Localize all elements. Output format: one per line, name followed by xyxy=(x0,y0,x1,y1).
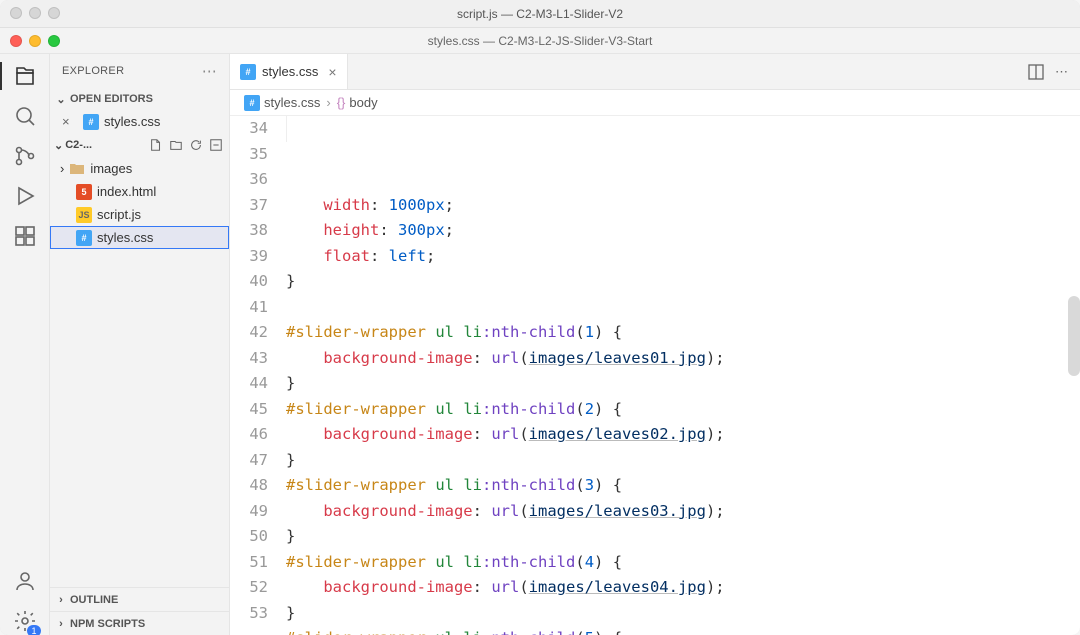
folder-icon xyxy=(69,161,85,177)
settings-gear-icon[interactable]: 1 xyxy=(11,607,39,635)
activity-bar: 1 xyxy=(0,54,50,635)
folder-actions xyxy=(149,138,229,152)
js-file-icon: JS xyxy=(76,207,92,223)
outline-label: OUTLINE xyxy=(70,594,118,606)
tree-folder-images[interactable]: › images xyxy=(50,157,229,180)
open-editor-item[interactable]: × # styles.css xyxy=(50,110,229,133)
run-debug-icon[interactable] xyxy=(11,182,39,210)
new-folder-icon[interactable] xyxy=(169,138,183,152)
minimize-dot[interactable] xyxy=(29,35,41,47)
inner-titlebar: styles.css — C2-M3-L2-JS-Slider-V3-Start xyxy=(0,28,1080,54)
open-editors-list: × # styles.css xyxy=(50,110,229,133)
breadcrumb-file[interactable]: # styles.css xyxy=(244,95,320,111)
tree-item-label: script.js xyxy=(97,207,141,222)
tree-file-styles-css[interactable]: # styles.css xyxy=(50,226,229,249)
css-file-icon: # xyxy=(244,95,260,111)
new-file-icon[interactable] xyxy=(149,138,163,152)
npm-scripts-header[interactable]: › NPM SCRIPTS xyxy=(50,611,229,635)
breadcrumb-symbol-label: body xyxy=(349,95,377,110)
open-editor-filename: styles.css xyxy=(104,114,160,129)
outer-max-dot[interactable] xyxy=(48,7,60,19)
inner-traffic-lights[interactable] xyxy=(10,35,60,47)
source-control-icon[interactable] xyxy=(11,142,39,170)
outer-close-dot[interactable] xyxy=(10,7,22,19)
bottom-sections: › OUTLINE › NPM SCRIPTS xyxy=(50,587,229,635)
tabbar: # styles.css × ⋯ xyxy=(230,54,1080,90)
extensions-icon[interactable] xyxy=(11,222,39,250)
scrollbar-thumb[interactable] xyxy=(1068,296,1080,376)
chevron-right-icon: › xyxy=(54,618,68,630)
chevron-right-icon: › xyxy=(60,161,64,176)
html-file-icon: 5 xyxy=(76,184,92,200)
account-icon[interactable] xyxy=(11,567,39,595)
refresh-icon[interactable] xyxy=(189,138,203,152)
code-content[interactable]: width: 1000px; height: 300px; float: lef… xyxy=(286,116,1080,635)
file-tree: › images 5 index.html JS script.js # sty… xyxy=(50,157,229,249)
sidebar-title: EXPLORER xyxy=(62,65,124,77)
collapse-icon[interactable] xyxy=(209,138,223,152)
open-editors-label: OPEN EDITORS xyxy=(70,93,153,105)
explorer-icon[interactable] xyxy=(11,62,39,90)
more-actions-icon[interactable]: ⋯ xyxy=(1055,64,1068,80)
main-area: 1 EXPLORER ⋯ ⌄ OPEN EDITORS × # styles.c… xyxy=(0,54,1080,635)
open-editors-header[interactable]: ⌄ OPEN EDITORS xyxy=(50,88,229,110)
tree-file-script-js[interactable]: JS script.js xyxy=(50,203,229,226)
outer-titlebar: script.js — C2-M3-L1-Slider-V2 xyxy=(0,0,1080,28)
curly-braces-icon: {} xyxy=(337,95,346,110)
sidebar-header: EXPLORER ⋯ xyxy=(50,54,229,88)
tab-styles-css[interactable]: # styles.css × xyxy=(230,54,348,89)
close-dot[interactable] xyxy=(10,35,22,47)
chevron-right-icon: › xyxy=(54,594,68,606)
outer-window-title: script.js — C2-M3-L1-Slider-V2 xyxy=(457,7,623,21)
outer-min-dot[interactable] xyxy=(29,7,41,19)
sidebar: EXPLORER ⋯ ⌄ OPEN EDITORS × # styles.css… xyxy=(50,54,230,635)
settings-badge: 1 xyxy=(27,625,40,635)
tab-label: styles.css xyxy=(262,64,318,79)
outer-traffic-lights[interactable] xyxy=(10,7,60,19)
tree-item-label: index.html xyxy=(97,184,156,199)
breadcrumb-file-label: styles.css xyxy=(264,95,320,110)
tree-file-index-html[interactable]: 5 index.html xyxy=(50,180,229,203)
folder-header[interactable]: ⌄ C2-... xyxy=(50,133,229,157)
sidebar-more-icon[interactable]: ⋯ xyxy=(202,62,217,80)
outer-window: script.js — C2-M3-L1-Slider-V2 styles.cs… xyxy=(0,0,1080,635)
css-file-icon: # xyxy=(240,64,256,80)
css-file-icon: # xyxy=(76,230,92,246)
close-editor-icon[interactable]: × xyxy=(62,114,78,129)
chevron-down-icon: ⌄ xyxy=(54,93,68,106)
tree-item-label: images xyxy=(90,161,132,176)
tab-actions: ⋯ xyxy=(1015,54,1080,89)
folder-name: C2-... xyxy=(65,139,92,151)
inner-window-title: styles.css — C2-M3-L2-JS-Slider-V3-Start xyxy=(428,34,653,48)
breadcrumb-symbol[interactable]: {} body xyxy=(337,95,378,110)
code-editor[interactable]: 3435363738394041424344454647484950515253… xyxy=(230,116,1080,635)
editor-area: # styles.css × ⋯ # styles.css › xyxy=(230,54,1080,635)
search-icon[interactable] xyxy=(11,102,39,130)
chevron-down-icon: ⌄ xyxy=(54,139,63,152)
split-editor-icon[interactable] xyxy=(1027,63,1045,81)
breadcrumb-separator: › xyxy=(326,95,330,110)
breadcrumb[interactable]: # styles.css › {} body xyxy=(230,90,1080,116)
npm-scripts-label: NPM SCRIPTS xyxy=(70,618,145,630)
tab-close-icon[interactable]: × xyxy=(324,64,336,80)
tree-item-label: styles.css xyxy=(97,230,153,245)
css-file-icon: # xyxy=(83,114,99,130)
maximize-dot[interactable] xyxy=(48,35,60,47)
line-number-gutter: 3435363738394041424344454647484950515253 xyxy=(230,116,286,635)
outline-header[interactable]: › OUTLINE xyxy=(50,587,229,611)
